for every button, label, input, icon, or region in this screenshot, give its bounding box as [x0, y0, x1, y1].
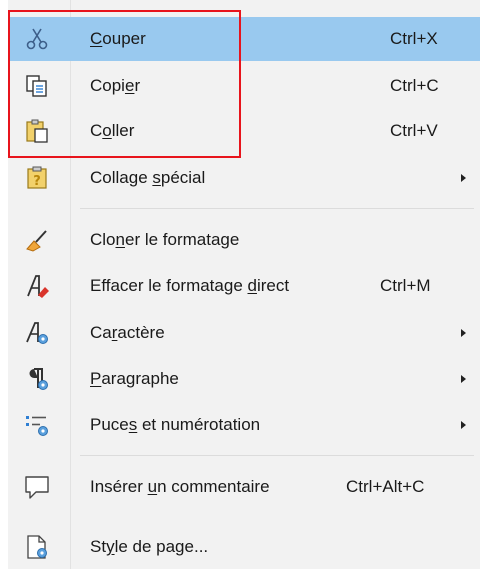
svg-text:?: ?	[33, 174, 41, 189]
clone-formatting-icon	[24, 227, 50, 253]
menu-item-inserer-commentaire[interactable]: Insérer un commentaire Ctrl+Alt+C	[10, 465, 480, 509]
menu-item-cloner-formatage[interactable]: Cloner le formatage	[10, 218, 480, 262]
shortcut-label: Ctrl+C	[390, 76, 439, 95]
menu-item-label: Collage spécial	[90, 168, 206, 187]
submenu-arrow-icon	[461, 329, 466, 337]
menu-item-label: Effacer le formatage direct	[90, 276, 290, 295]
shortcut-label: Ctrl+Alt+C	[346, 477, 425, 496]
menu-item-caractere[interactable]: Caractère	[10, 311, 480, 355]
submenu-arrow-icon	[461, 375, 466, 383]
comment-icon	[24, 474, 50, 500]
menu-item-couper[interactable]: Couper Ctrl+X	[10, 17, 480, 61]
paragraph-icon	[24, 366, 50, 392]
menu-item-label: Puces et numérotation	[90, 415, 261, 434]
shortcut-label: Ctrl+M	[380, 276, 431, 295]
bullets-icon	[24, 412, 50, 438]
context-menu: Couper Ctrl+X Copier Ctrl+C Coller Ctrl+…	[8, 0, 480, 569]
menu-item-label: Coller	[90, 121, 135, 140]
menu-item-label: Copier	[90, 76, 141, 95]
shortcut-label: Ctrl+V	[390, 121, 438, 140]
menu-item-label: Cloner le formatage	[90, 230, 240, 249]
paste-icon	[24, 118, 50, 144]
menu-separator	[80, 455, 474, 456]
character-icon	[24, 320, 50, 346]
menu-item-style-page[interactable]: Style de page...	[10, 525, 480, 569]
clear-formatting-icon	[24, 273, 50, 299]
menu-item-label: Caractère	[90, 323, 165, 342]
menu-item-effacer-formatage[interactable]: Effacer le formatage direct Ctrl+M	[10, 264, 480, 308]
submenu-arrow-icon	[461, 174, 466, 182]
paste-special-icon: ?	[24, 165, 50, 191]
menu-separator	[80, 208, 474, 209]
menu-item-copier[interactable]: Copier Ctrl+C	[10, 64, 480, 108]
menu-item-label: Style de page...	[90, 537, 209, 556]
menu-item-puces-numerotation[interactable]: Puces et numérotation	[10, 403, 480, 447]
menu-item-coller[interactable]: Coller Ctrl+V	[10, 109, 480, 153]
menu-item-label: Insérer un commentaire	[90, 477, 270, 496]
menu-item-paragraphe[interactable]: Paragraphe	[10, 357, 480, 401]
menu-item-label: Paragraphe	[90, 369, 179, 388]
menu-item-label: Couper	[90, 29, 146, 48]
copy-icon	[24, 73, 50, 99]
menu-item-collage-special[interactable]: ? Collage spécial	[10, 156, 480, 200]
scissors-icon	[24, 26, 50, 52]
shortcut-label: Ctrl+X	[390, 29, 438, 48]
page-style-icon	[24, 534, 50, 560]
submenu-arrow-icon	[461, 421, 466, 429]
